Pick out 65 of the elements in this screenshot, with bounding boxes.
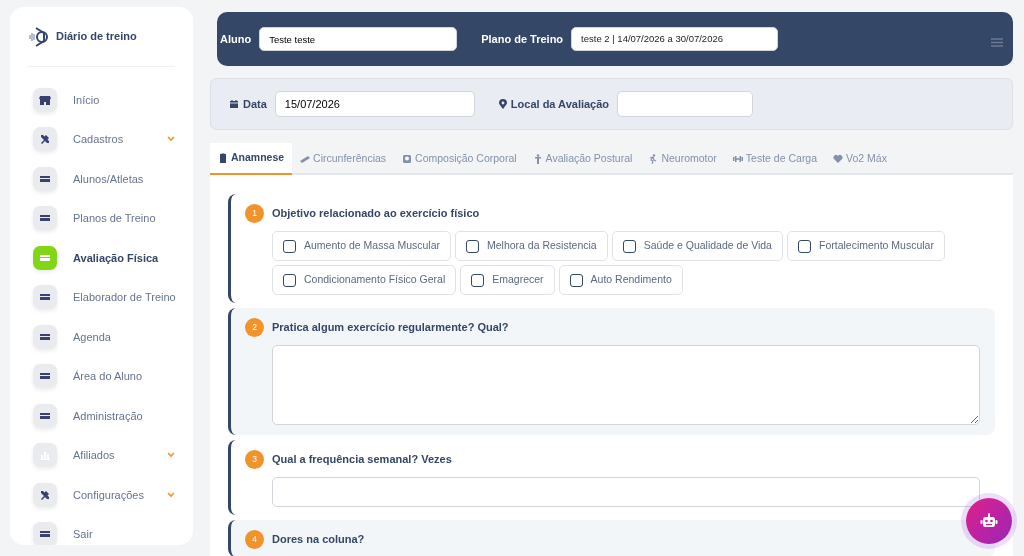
checkbox[interactable] xyxy=(622,239,636,253)
step-number: 1 xyxy=(245,204,264,223)
field-label: Local da Avaliação xyxy=(498,95,610,113)
checkbox-option[interactable]: Condicionamento Físico Geral xyxy=(272,265,457,295)
tools-icon xyxy=(39,133,51,146)
checkbox-option[interactable]: Aumento de Massa Muscular xyxy=(272,231,451,261)
field-label: Plano de Treino xyxy=(481,31,564,47)
checkbox-option[interactable]: Melhora da Resistencia xyxy=(455,231,608,261)
sidebar-item[interactable]: Planos de Treino xyxy=(10,198,193,238)
tab[interactable]: Vo2 Máx xyxy=(825,143,895,175)
sidebar-item[interactable]: Área do Aluno xyxy=(10,356,193,396)
question-text: Objetivo relacionado ao exercício físico xyxy=(272,206,480,222)
dumbbell-icon xyxy=(732,154,743,164)
sidebar-item[interactable]: Agenda xyxy=(10,317,193,357)
sidebar-item[interactable]: Cadastros xyxy=(10,119,193,159)
sidebar-item[interactable]: Sair xyxy=(10,514,193,545)
clipboard-icon xyxy=(218,153,228,163)
checkbox[interactable] xyxy=(471,273,485,287)
tab[interactable]: Anamnese xyxy=(210,143,293,175)
checkbox[interactable] xyxy=(283,239,296,253)
tab[interactable]: Composição Corporal xyxy=(394,143,525,175)
input-field[interactable] xyxy=(272,477,980,507)
sidebar-item[interactable]: Configurações xyxy=(10,475,193,515)
checkbox[interactable] xyxy=(569,273,583,287)
field-label: Data xyxy=(229,95,267,113)
sidebar-item[interactable]: Administração xyxy=(10,396,193,436)
plan-select[interactable]: teste 2 | 14/07/2026 a 30/07/2026 xyxy=(571,27,779,51)
date-field[interactable]: 15/07/2026 xyxy=(274,91,475,117)
question-text: Pratica algum exercício regularmente? Qual? xyxy=(272,320,509,336)
store-icon xyxy=(39,93,51,106)
tools-icon xyxy=(39,488,51,501)
checkbox[interactable] xyxy=(283,273,296,287)
figure-icon xyxy=(532,154,543,164)
pin-icon xyxy=(498,99,507,109)
question-text: Dores na coluna? xyxy=(272,532,365,548)
ruler-icon xyxy=(300,154,311,164)
sidebar-item[interactable]: Início xyxy=(10,80,193,120)
app-title: Diário de treino xyxy=(56,29,137,45)
scale-icon xyxy=(402,154,413,164)
tab[interactable]: Avaliação Postural xyxy=(524,143,641,175)
checkbox[interactable] xyxy=(797,239,811,253)
checkbox-option[interactable]: Emagrecer xyxy=(460,265,555,295)
sidebar-item[interactable]: Afiliados xyxy=(10,435,193,475)
tab[interactable]: Neuromotor xyxy=(640,143,725,175)
step-number: 2 xyxy=(245,318,264,337)
location-field[interactable] xyxy=(617,91,754,117)
field-label: Aluno xyxy=(220,31,252,47)
step-number: 4 xyxy=(245,530,264,549)
sidebar-item[interactable]: Avaliação Física xyxy=(10,238,193,278)
checkbox-option[interactable]: Fortalecimento Muscular xyxy=(786,231,945,261)
tab[interactable]: Circunferências xyxy=(292,143,395,175)
checkbox-option[interactable]: Saúde e Qualidade de Vida xyxy=(611,231,783,261)
runner-icon xyxy=(648,154,659,164)
student-field[interactable]: Teste teste xyxy=(259,27,458,51)
question-text: Qual a frequência semanal? Vezes xyxy=(272,452,452,468)
checkbox[interactable] xyxy=(466,239,479,253)
calendar-icon xyxy=(229,99,239,109)
robot-icon xyxy=(980,513,998,529)
step-number: 3 xyxy=(245,450,264,469)
menu-icon xyxy=(991,38,1003,48)
heart-icon xyxy=(833,154,844,164)
checkbox-option[interactable]: Auto Rendimento xyxy=(558,265,683,295)
sidebar-item[interactable]: Elaborador de Treino xyxy=(10,277,193,317)
tab[interactable]: Teste de Carga xyxy=(724,143,826,175)
sidebar-item[interactable]: Alunos/Atletas xyxy=(10,159,193,199)
